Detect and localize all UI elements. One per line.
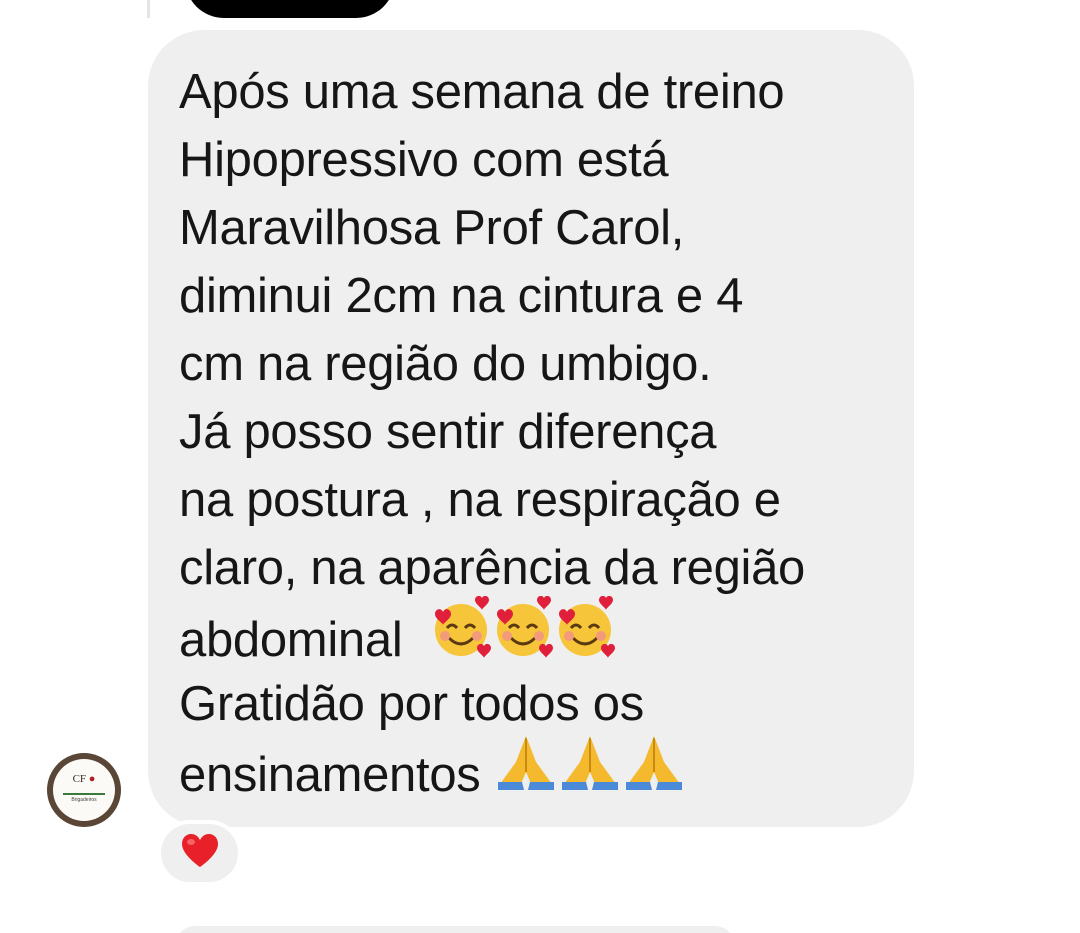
message-line-with-emoji: ensinamentos [179, 736, 894, 806]
avatar-logo-mark: ● [88, 773, 96, 785]
smiling-face-with-hearts-icon [429, 595, 619, 678]
message-line: Já posso sentir diferença [179, 405, 717, 459]
message-line: Hipopressivo com está [179, 133, 669, 187]
avatar-logo-icon: CF ● Brigadeiros [53, 759, 115, 821]
avatar-brand-text: Brigadeiros [71, 797, 97, 803]
avatar-logo-text: CF [72, 773, 87, 785]
avatar-divider [63, 793, 105, 795]
reaction-badge[interactable] [157, 820, 242, 886]
message-line: cm na região do umbigo. [179, 337, 712, 391]
message-line: Gratidão por todos os [179, 677, 644, 731]
message-line: claro, na aparência da região [179, 541, 806, 595]
message-text: Após uma semana de treino Hipopressivo c… [179, 58, 894, 806]
chat-screen: Após uma semana de treino Hipopressivo c… [0, 0, 1080, 933]
message-line: Após uma semana de treino [179, 65, 785, 119]
folded-hands-icon [494, 732, 686, 812]
message-line: Maravilhosa Prof Carol, [179, 201, 685, 255]
message-line: diminui 2cm na cintura e 4 [179, 269, 744, 323]
next-message-bubble[interactable] [175, 926, 735, 933]
avatar-logo: CF ● [53, 773, 115, 785]
red-heart-icon [180, 833, 220, 874]
avatar[interactable]: CF ● Brigadeiros [47, 753, 121, 827]
message-bubble[interactable]: Após uma semana de treino Hipopressivo c… [148, 30, 914, 827]
message-line: na postura , na respiração e [179, 473, 781, 527]
message-line-text: abdominal [179, 612, 403, 667]
thread-divider [147, 0, 150, 18]
message-line-text: ensinamentos [179, 747, 481, 802]
message-line-with-emoji: abdominal [179, 595, 894, 670]
previous-message-bubble[interactable] [185, 0, 395, 18]
